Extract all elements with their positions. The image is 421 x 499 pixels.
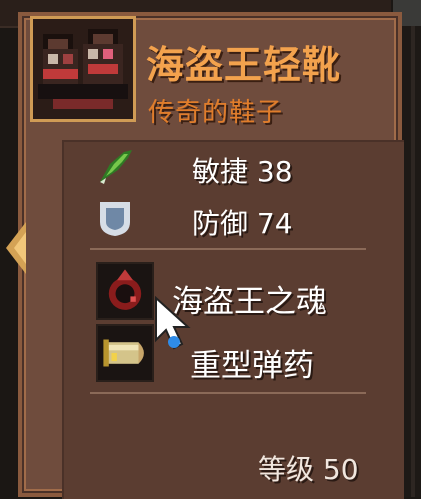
divider: [90, 392, 366, 394]
tooltip-pointer-icon: [6, 222, 26, 274]
effect-heavy-ammo-label: 重型弹药: [190, 348, 314, 384]
background-right-stripe: [411, 26, 415, 497]
cursor-indicator-dot: [168, 336, 180, 348]
stat-defense-label: 防御 74: [192, 207, 293, 240]
item-rarity: 传奇的鞋子: [148, 98, 284, 128]
pirate-soul-icon[interactable]: [96, 262, 154, 320]
item-level: 等级 50: [258, 453, 359, 486]
shield-icon: [100, 202, 130, 236]
heavy-ammo-icon[interactable]: [96, 324, 154, 382]
pirate-boots-icon: [30, 16, 136, 122]
item-name: 海盗王轻靴: [146, 43, 342, 87]
feather-icon: [100, 150, 132, 184]
divider: [90, 248, 366, 250]
stat-row-agility: [94, 146, 136, 186]
stat-row-defense: [94, 198, 136, 238]
stat-agility-label: 敏捷 38: [192, 155, 293, 188]
